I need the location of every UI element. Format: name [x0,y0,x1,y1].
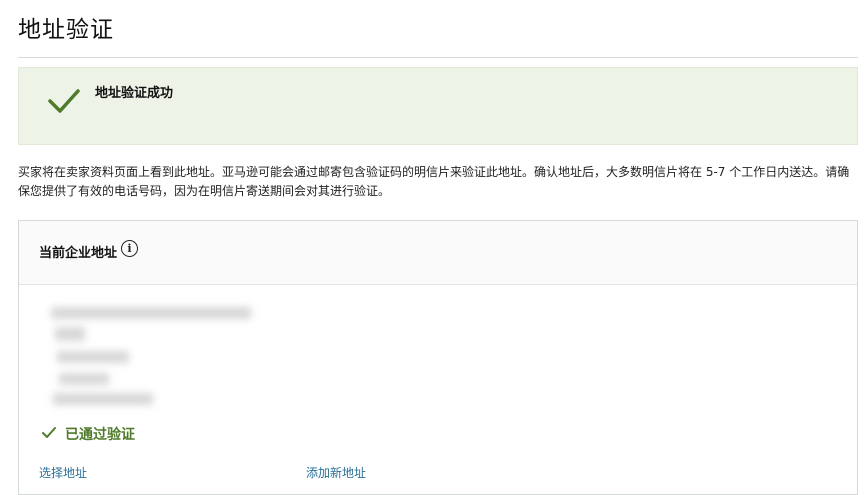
info-icon[interactable]: i [121,240,138,257]
card-title: 当前企业地址 [39,246,118,261]
page-title: 地址验证 [18,17,114,43]
select-address-link[interactable]: 选择地址 [39,464,87,481]
check-icon [48,89,80,113]
success-banner: 地址验证成功 [18,67,858,145]
success-message: 地址验证成功 [95,86,174,101]
check-icon [42,427,56,438]
title-divider [18,57,858,58]
add-address-link[interactable]: 添加新地址 [306,464,366,481]
verified-label: 已通过验证 [65,427,135,443]
address-card: 当前企业地址 i 已通过验证 选择地址 添加新地址 [18,220,858,495]
card-header: 当前企业地址 i [19,221,857,285]
redacted-address [31,301,251,411]
info-paragraph: 买家将在卖家资料页面上看到此地址。亚马逊可能会通过邮寄包含验证码的明信片来验证此… [18,165,850,198]
